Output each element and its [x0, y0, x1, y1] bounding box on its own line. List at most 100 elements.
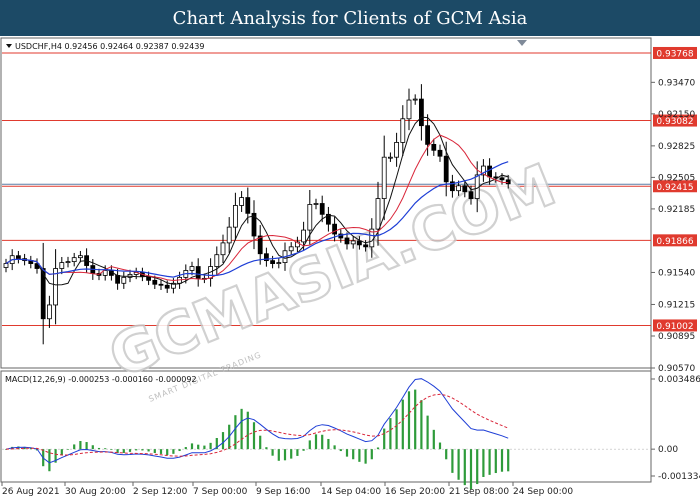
macd-histogram-bar [290, 449, 293, 459]
macd-histogram-bar [488, 449, 491, 475]
candle-bear [443, 155, 449, 183]
x-tick-label-4: 9 Sep 16:00 [256, 487, 311, 497]
candle-bull [121, 276, 127, 284]
candle-bear [270, 260, 276, 264]
x-tick-label-5: 14 Sep 04:00 [321, 487, 381, 497]
candle-bear [431, 143, 437, 151]
candle-bear [115, 275, 120, 284]
candle-bull [3, 263, 9, 268]
macd-histogram-bar [73, 444, 76, 450]
candle-bull [412, 98, 418, 101]
candle-bull [220, 242, 226, 256]
macd-histogram-bar [209, 442, 212, 450]
macd-histogram-bar [500, 449, 504, 472]
x-tick-label-8: 24 Sep 00:00 [513, 487, 573, 497]
candle-bear [363, 244, 369, 248]
candle-bull [406, 99, 412, 120]
y-tick-label-4: 0.92185 [658, 205, 695, 215]
time-axis-ticks: 26 Aug 2021 30 Aug 20:00 2 Sep 12:00 7 Sep … [1, 482, 573, 497]
candle-bear [164, 284, 170, 289]
candle-bear [462, 185, 468, 193]
macd-histogram-bar [246, 411, 249, 450]
candle-bull [71, 257, 77, 263]
x-tick-label-1: 30 Aug 20:00 [65, 487, 126, 497]
macd-histogram-bar [494, 449, 497, 474]
macd-histogram-bar [104, 448, 107, 450]
macd-histogram-bar [469, 449, 473, 490]
macd-histogram-bar [445, 449, 448, 460]
candle-bear [245, 197, 251, 214]
level-label-2: 0.92415 [656, 183, 693, 193]
x-tick-label-6: 16 Sep 20:00 [385, 487, 445, 497]
macd-histogram-bar [426, 415, 429, 450]
candle-bear [344, 237, 350, 245]
macd-histogram-bar [85, 442, 88, 450]
candle-bear [332, 223, 338, 235]
macd-histogram-bar [376, 447, 380, 450]
macd-histogram-bar [339, 449, 342, 452]
macd-histogram-bar [110, 449, 113, 450]
macd-histogram-bar [60, 449, 63, 455]
candle-bear [505, 179, 511, 185]
candle-bear [152, 279, 158, 285]
candle-bull [301, 229, 307, 243]
macd-histogram-bar [314, 434, 318, 450]
macd-histogram-bar [197, 444, 200, 450]
candle-bear [487, 165, 493, 178]
candle-bull [226, 226, 232, 244]
y-tick-label-6: 0.91215 [658, 300, 695, 310]
candle-bull [47, 304, 52, 320]
macd-histogram-bar [128, 449, 132, 452]
symbol-info: USDCHF,H4 0.92456 0.92464 0.92387 0.9243… [15, 42, 204, 51]
candle-bear [15, 255, 21, 260]
macd-panel-frame [0, 370, 652, 483]
y-tick-label-8: 0.90570 [658, 364, 695, 374]
level-label-4: 0.91002 [656, 322, 693, 332]
macd-histogram-bar [438, 442, 442, 450]
candle-bear [437, 149, 443, 157]
macd-axis-ticks: 0.003486 0.00 -0.001334 [651, 375, 700, 482]
macd-histogram-bar [91, 445, 94, 450]
macd-histogram-bar [296, 449, 299, 456]
macd-y-tick-label-1: 0.00 [658, 445, 678, 455]
macd-histogram-bar [383, 428, 386, 450]
macd-histogram-bar [370, 449, 373, 460]
macd-histogram-bar [153, 449, 156, 453]
macd-histogram-bar [252, 422, 256, 450]
macd-histogram-bar [184, 447, 187, 450]
candle-bull [394, 142, 400, 158]
macd-histogram-bar [203, 445, 206, 450]
candle-bull [381, 156, 387, 199]
macd-y-tick-label-2: -0.001334 [658, 472, 700, 482]
candle-bull [387, 156, 393, 159]
macd-histogram-bar [48, 449, 51, 472]
macd-histogram-bar [389, 418, 392, 450]
y-tick-label-1: 0.92150 [658, 110, 695, 120]
candle-bull [189, 266, 195, 271]
candle-bull [288, 246, 294, 252]
candle-bear [158, 283, 164, 286]
candle-bear [499, 177, 505, 181]
level-label-3: 0.91866 [656, 237, 693, 247]
macd-histogram-bar [277, 449, 280, 461]
macd-histogram-bar [283, 449, 287, 461]
macd-histogram-bar [407, 391, 411, 450]
macd-histogram-bar [451, 449, 454, 473]
macd-histogram-bar [364, 449, 367, 464]
candle-bull [350, 240, 356, 245]
y-tick-label-2: 0.92825 [658, 142, 695, 152]
macd-histogram-bar [482, 449, 485, 477]
macd-histogram-bar [122, 449, 125, 454]
macd-histogram-bar [414, 389, 417, 450]
candle-bull [456, 185, 462, 192]
candle-bull [65, 261, 71, 264]
candle-bull [276, 262, 282, 264]
macd-histogram-bar [358, 449, 361, 462]
macd-info: MACD(12,26,9) -0.000253 -0.000160 -0.000… [5, 375, 197, 384]
candle-bull [313, 203, 319, 205]
macd-histogram-bar [190, 443, 194, 450]
macd-histogram-bar [333, 445, 336, 450]
chart-canvas[interactable]: 0.937680.930820.924150.918660.91002 GCMA… [0, 0, 700, 500]
macd-histogram-bar [507, 449, 510, 472]
macd-histogram-bar [308, 440, 311, 450]
